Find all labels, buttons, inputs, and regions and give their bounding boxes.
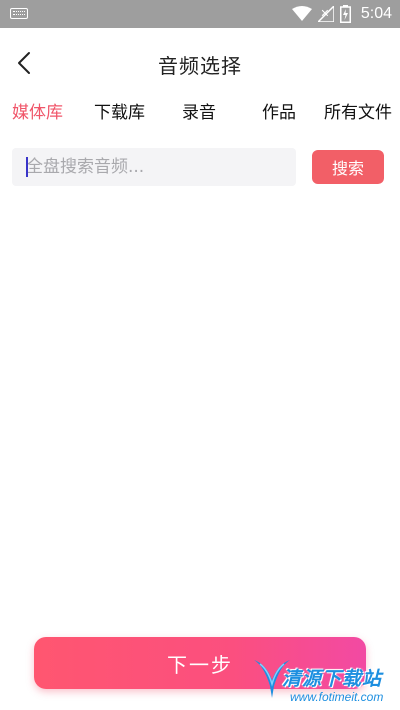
watermark: 清源下载站 www.fotimeit.com <box>252 656 400 710</box>
keyboard-icon <box>10 8 28 19</box>
page-title: 音频选择 <box>158 54 242 78</box>
text-cursor <box>26 157 28 177</box>
status-time: 5:04 <box>360 5 392 22</box>
status-icons: 5:04 <box>291 3 392 25</box>
tab-all-files[interactable]: 所有文件 <box>324 98 392 123</box>
wifi-icon <box>291 6 312 21</box>
status-bar: 5:04 <box>0 0 400 28</box>
tab-works[interactable]: 作品 <box>262 98 296 123</box>
search-input[interactable] <box>12 148 296 186</box>
battery-charging-icon <box>339 5 351 23</box>
tab-recordings[interactable]: 录音 <box>182 98 216 123</box>
tab-bar: 媒体库 下载库 录音 作品 所有文件 <box>0 96 400 128</box>
watermark-url: www.fotimeit.com <box>290 690 384 704</box>
signal-icon <box>317 6 334 22</box>
search-button[interactable]: 搜索 <box>312 150 384 184</box>
watermark-name: 清源下载站 <box>282 668 383 690</box>
header: 音频选择 <box>0 36 400 90</box>
search-box <box>12 148 296 186</box>
tab-downloads[interactable]: 下载库 <box>94 98 145 123</box>
tab-media-library[interactable]: 媒体库 <box>12 98 63 123</box>
